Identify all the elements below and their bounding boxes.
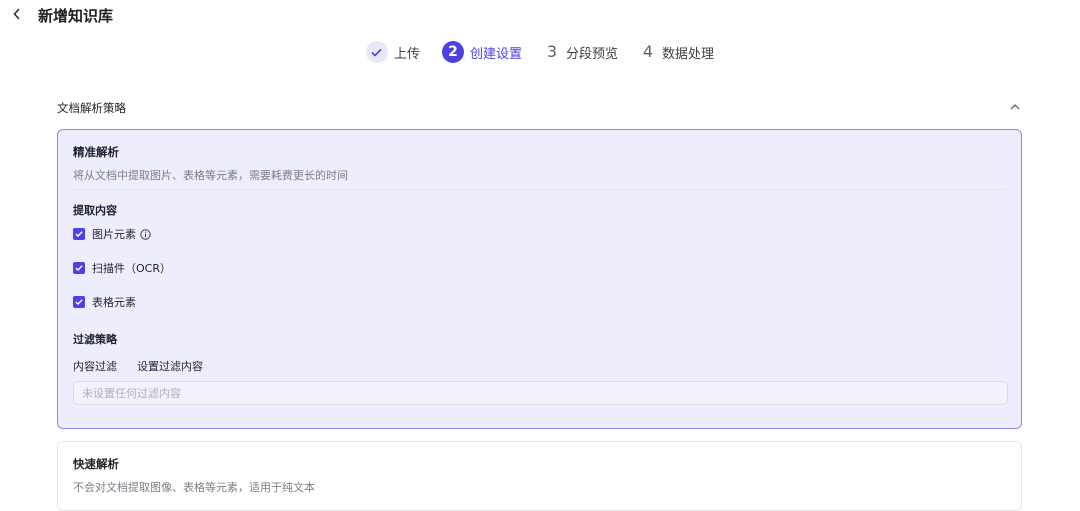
card-title: 快速解析 bbox=[73, 457, 119, 471]
collapse-button[interactable] bbox=[1008, 100, 1022, 114]
content-filter-row: 内容过滤 设置过滤内容 bbox=[73, 358, 203, 374]
check-icon bbox=[371, 48, 383, 57]
step-data-processing[interactable]: 4 数据处理 bbox=[640, 41, 714, 63]
card-description: 不会对文档提取图像、表格等元素，适用于纯文本 bbox=[73, 481, 315, 494]
step-label: 创建设置 bbox=[469, 46, 522, 62]
content-filter-label: 内容过滤 bbox=[73, 360, 117, 373]
option-table-elements[interactable]: 表格元素 bbox=[73, 294, 136, 310]
chevron-left-icon bbox=[13, 8, 20, 20]
info-icon[interactable] bbox=[140, 228, 151, 240]
step-create-settings[interactable]: 2 创建设置 bbox=[441, 41, 522, 63]
option-label: 图片元素 bbox=[92, 228, 136, 241]
page-title: 新增知识库 bbox=[38, 7, 114, 25]
step-upload[interactable]: 上传 bbox=[365, 41, 420, 63]
step-label: 上传 bbox=[393, 46, 420, 62]
checkbox-checked[interactable] bbox=[73, 228, 85, 240]
precise-parsing-card[interactable]: 精准解析 将从文档中提取图片、表格等元素，需要耗费更长的时间 提取内容 图片元素… bbox=[57, 129, 1022, 429]
set-filter-content-link[interactable]: 设置过滤内容 bbox=[137, 358, 203, 374]
check-icon bbox=[75, 231, 83, 237]
step-number: 4 bbox=[642, 42, 654, 61]
chevron-up-icon bbox=[1010, 104, 1020, 110]
step-segment-preview[interactable]: 3 分段预览 bbox=[544, 41, 618, 63]
checkbox-checked[interactable] bbox=[73, 296, 85, 308]
filter-content-input[interactable] bbox=[73, 381, 1008, 405]
step-done-indicator bbox=[365, 41, 388, 63]
fast-parsing-card[interactable]: 快速解析 不会对文档提取图像、表格等元素，适用于纯文本 bbox=[57, 441, 1022, 511]
divider bbox=[73, 189, 1006, 190]
stepper: 上传 2 创建设置 3 分段预览 4 数据处理 bbox=[0, 40, 1080, 64]
option-image-elements[interactable]: 图片元素 bbox=[73, 226, 151, 242]
filter-strategy-title: 过滤策略 bbox=[73, 333, 117, 346]
step-number: 3 bbox=[546, 42, 558, 61]
check-icon bbox=[75, 265, 83, 271]
card-title: 精准解析 bbox=[73, 145, 119, 159]
step-label: 分段预览 bbox=[566, 46, 619, 62]
card-description: 将从文档中提取图片、表格等元素，需要耗费更长的时间 bbox=[73, 169, 348, 182]
option-label: 扫描件（OCR） bbox=[92, 262, 171, 275]
extract-content-title: 提取内容 bbox=[73, 204, 117, 217]
back-button[interactable] bbox=[10, 5, 24, 23]
checkbox-checked[interactable] bbox=[73, 262, 85, 274]
check-icon bbox=[75, 299, 83, 305]
step-label: 数据处理 bbox=[662, 46, 715, 62]
section-title: 文档解析策略 bbox=[57, 101, 126, 115]
option-ocr[interactable]: 扫描件（OCR） bbox=[73, 260, 171, 276]
step-number: 2 bbox=[441, 41, 464, 63]
top-bar: 新增知识库 bbox=[0, 0, 1080, 34]
option-label: 表格元素 bbox=[92, 296, 136, 309]
section-header: 文档解析策略 bbox=[57, 98, 1022, 118]
